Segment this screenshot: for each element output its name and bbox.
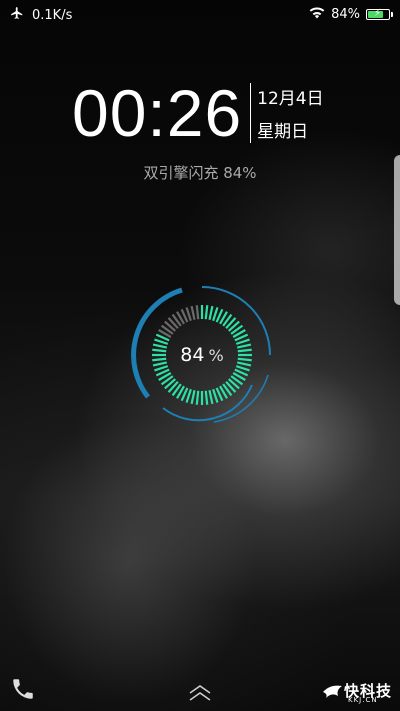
clock-block: 00:26 12月4日 星期日 bbox=[72, 80, 324, 146]
status-bar-left: 0.1K/s bbox=[10, 6, 72, 24]
date-label: 12月4日 bbox=[257, 89, 324, 109]
watermark-logo: 快科技 KKJ.CN bbox=[322, 678, 394, 704]
charge-ring-value: 84 bbox=[180, 344, 205, 366]
clock-divider bbox=[250, 83, 252, 143]
battery-percent: 84% bbox=[331, 7, 360, 22]
weekday-label: 星期日 bbox=[257, 122, 309, 142]
date-column: 12月4日 星期日 bbox=[257, 84, 323, 142]
status-bar: 0.1K/s 84% ⚡ bbox=[0, 0, 400, 28]
phone-icon[interactable] bbox=[10, 676, 36, 706]
clock-time: 00:26 bbox=[72, 76, 243, 150]
charge-ring-unit: % bbox=[208, 345, 224, 365]
battery-charging-icon: ⚡ bbox=[366, 8, 393, 20]
swipe-up-icon[interactable] bbox=[188, 684, 212, 706]
charge-ring-percent: 84 % bbox=[128, 281, 276, 429]
status-bar-right: 84% ⚡ bbox=[309, 6, 393, 23]
charge-ring-widget: 84 % bbox=[128, 281, 276, 429]
watermark-subtext: KKJ.CN bbox=[348, 696, 378, 704]
wifi-icon bbox=[309, 6, 325, 23]
network-speed: 0.1K/s bbox=[32, 7, 73, 23]
charge-status-text: 双引擎闪充 84% bbox=[143, 164, 257, 182]
charging-bolt-icon: ⚡ bbox=[374, 8, 382, 19]
airplane-mode-icon bbox=[10, 6, 24, 24]
side-panel-handle[interactable] bbox=[394, 155, 400, 305]
watermark-bird-icon bbox=[323, 685, 342, 698]
